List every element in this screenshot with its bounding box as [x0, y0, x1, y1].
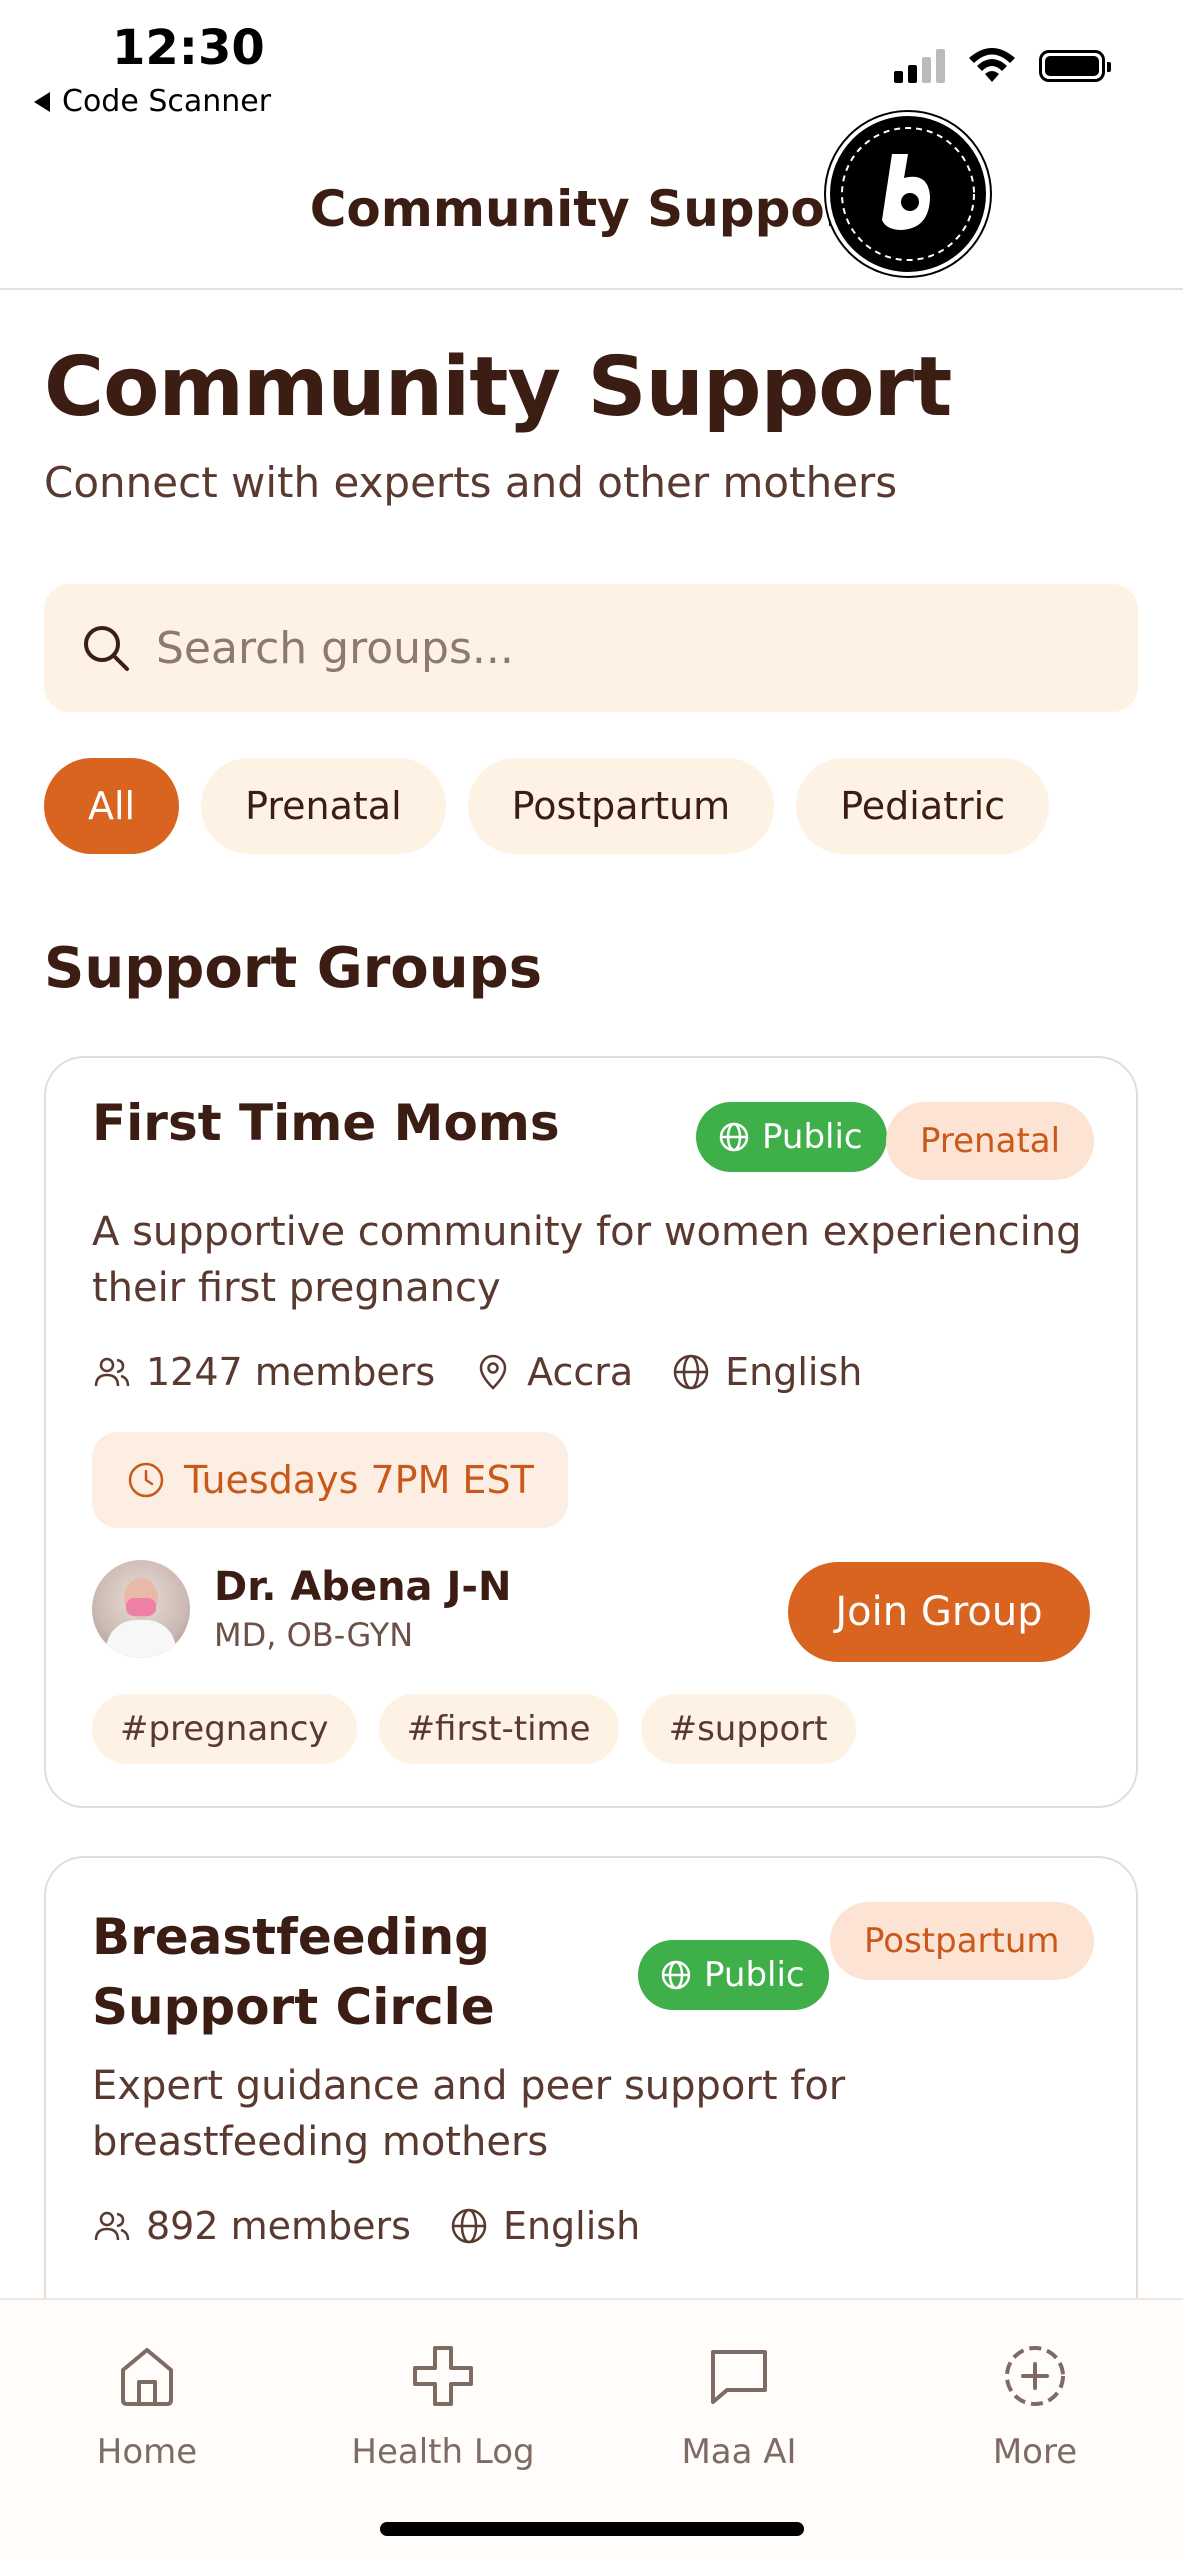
group-title-line2: Support Circle: [92, 1978, 495, 2036]
filter-chip-pediatric[interactable]: Pediatric: [796, 758, 1050, 854]
tag-list: #pregnancy #first-time #support: [92, 1694, 856, 1764]
host-name: Dr. Abena J-N: [214, 1564, 512, 1610]
language: English: [449, 2204, 640, 2248]
plus-cross-icon: [413, 2346, 473, 2406]
group-description: Expert guidance and peer support for bre…: [92, 2063, 846, 2165]
location: Accra: [473, 1350, 633, 1394]
filter-chip-postpartum[interactable]: Postpartum: [467, 758, 775, 854]
nav-label: Health Log: [351, 2432, 535, 2472]
status-bar: 12:30 Code Scanner: [0, 0, 1183, 130]
filter-chip-prenatal[interactable]: Prenatal: [201, 758, 446, 854]
globe-icon: [661, 1960, 691, 1990]
members-text: 1247 members: [146, 1350, 436, 1394]
status-icons: [894, 48, 1111, 84]
home-indicator[interactable]: [380, 2522, 804, 2536]
header-title: Community Support: [309, 180, 874, 238]
visibility-badge: Public: [638, 1940, 829, 2010]
members-count: 1247 members: [92, 1350, 435, 1394]
nav-item-health-log[interactable]: Health Log: [323, 2340, 563, 2472]
host-info: Dr. Abena J-N MD, OB-GYN: [92, 1560, 511, 1658]
group-title: Breastfeeding Support Circle: [92, 1902, 495, 2042]
search-input[interactable]: [156, 622, 1056, 674]
page-title: Community Support: [44, 340, 952, 435]
back-to-app-link[interactable]: Code Scanner: [34, 84, 271, 119]
page-subtitle: Connect with experts and other mothers: [44, 458, 898, 507]
join-group-button[interactable]: Join Group: [788, 1562, 1090, 1662]
chat-icon: [711, 2350, 767, 2404]
group-meta: 1247 members Accra English: [92, 1350, 900, 1394]
nav-label: Home: [96, 2432, 198, 2472]
users-icon: [94, 2211, 130, 2241]
visibility-label: Public: [704, 1955, 805, 1995]
visibility-badge: Public: [696, 1102, 887, 1172]
group-title-line1: Breastfeeding: [92, 1908, 490, 1966]
members-count: 892 members: [92, 2204, 411, 2248]
location-text: Accra: [527, 1350, 634, 1394]
search-bar[interactable]: [44, 584, 1138, 712]
tag-chip[interactable]: #pregnancy: [92, 1694, 357, 1764]
wifi-icon: [969, 48, 1015, 82]
members-text: 892 members: [146, 2204, 411, 2248]
nav-item-maa-ai[interactable]: Maa AI: [619, 2340, 859, 2472]
globe-icon: [451, 2208, 487, 2244]
clock: 12:30: [112, 20, 265, 76]
nav-label: More: [992, 2432, 1078, 2472]
schedule-pill: Tuesdays 7PM EST: [92, 1432, 568, 1528]
globe-icon: [673, 1354, 709, 1390]
tag-chip[interactable]: #first-time: [378, 1694, 619, 1764]
back-triangle-icon: [34, 91, 50, 112]
host-credentials: MD, OB-GYN: [214, 1616, 414, 1654]
category-badge: Postpartum: [830, 1902, 1094, 1980]
group-card[interactable]: First Time Moms Public Prenatal A suppor…: [44, 1056, 1138, 1808]
avatar: [92, 1560, 190, 1658]
bottom-nav: Home Health Log Maa AI More: [0, 2298, 1183, 2560]
category-badge: Prenatal: [886, 1102, 1095, 1180]
dashed-plus-circle-icon: [1005, 2346, 1065, 2406]
language-text: English: [725, 1350, 863, 1394]
bolt-b-logo-icon: [841, 127, 975, 261]
search-icon: [84, 626, 129, 671]
group-description: A supportive community for women experie…: [92, 1209, 1082, 1311]
back-app-label: Code Scanner: [62, 84, 272, 119]
bolt-badge-logo[interactable]: [826, 112, 990, 276]
language-text: English: [502, 2204, 641, 2248]
nav-item-more[interactable]: More: [915, 2340, 1155, 2472]
nav-label: Maa AI: [681, 2432, 797, 2472]
cellular-signal-icon: [894, 49, 945, 83]
clock-icon: [128, 1462, 164, 1498]
section-title: Support Groups: [44, 936, 543, 1001]
filter-chip-all[interactable]: All: [44, 758, 180, 854]
battery-icon: [1039, 50, 1111, 82]
users-icon: [94, 1357, 130, 1387]
schedule-text: Tuesdays 7PM EST: [184, 1458, 534, 1502]
nav-item-home[interactable]: Home: [27, 2340, 267, 2472]
map-pin-icon: [479, 1354, 507, 1390]
globe-icon: [719, 1122, 749, 1152]
filter-chips: All Prenatal Postpartum Pediatric: [44, 758, 1050, 854]
tag-chip[interactable]: #support: [640, 1694, 856, 1764]
home-icon: [121, 2348, 173, 2406]
language: English: [671, 1350, 862, 1394]
group-title: First Time Moms: [92, 1094, 560, 1152]
visibility-label: Public: [762, 1117, 863, 1157]
group-meta: 892 members English: [92, 2204, 678, 2248]
